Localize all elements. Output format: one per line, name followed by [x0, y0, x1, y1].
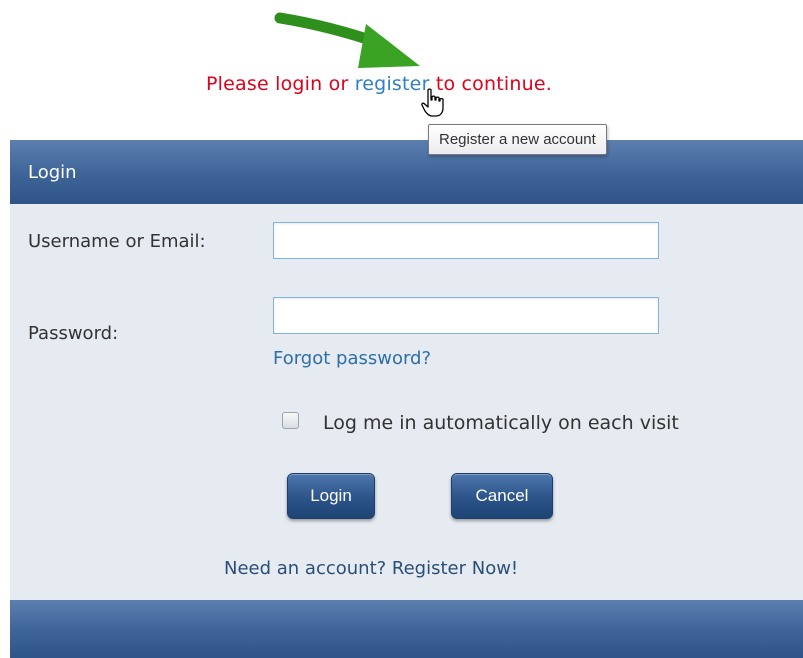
password-label: Password: — [28, 323, 119, 344]
green-arrow-icon — [274, 12, 420, 68]
login-panel: Login Username or Email: Password: Forgo… — [10, 140, 803, 658]
username-input[interactable] — [273, 222, 659, 259]
remember-me-label: Log me in automatically on each visit — [323, 412, 679, 434]
page: Please login or register to continue. Re… — [0, 0, 803, 658]
password-input[interactable] — [273, 297, 659, 334]
register-now-link[interactable]: Need an account? Register Now! — [224, 558, 518, 579]
panel-title: Login — [28, 162, 77, 183]
panel-header: Login — [10, 140, 803, 204]
hand-pointer-icon — [421, 88, 444, 117]
login-button[interactable]: Login — [287, 473, 375, 519]
register-link[interactable]: register — [355, 73, 430, 95]
panel-footer — [10, 600, 803, 658]
cancel-button[interactable]: Cancel — [451, 473, 553, 519]
username-label: Username or Email: — [28, 231, 206, 252]
register-tooltip: Register a new account — [428, 124, 607, 155]
need-account-text: Need an account? Register Now! — [224, 558, 518, 579]
forgot-password-link[interactable]: Forgot password? — [273, 348, 431, 369]
notice-suffix: to continue. — [429, 73, 552, 95]
remember-me-checkbox[interactable] — [282, 412, 299, 429]
login-notice: Please login or register to continue. — [206, 73, 552, 95]
notice-prefix: Please login or — [206, 73, 355, 95]
